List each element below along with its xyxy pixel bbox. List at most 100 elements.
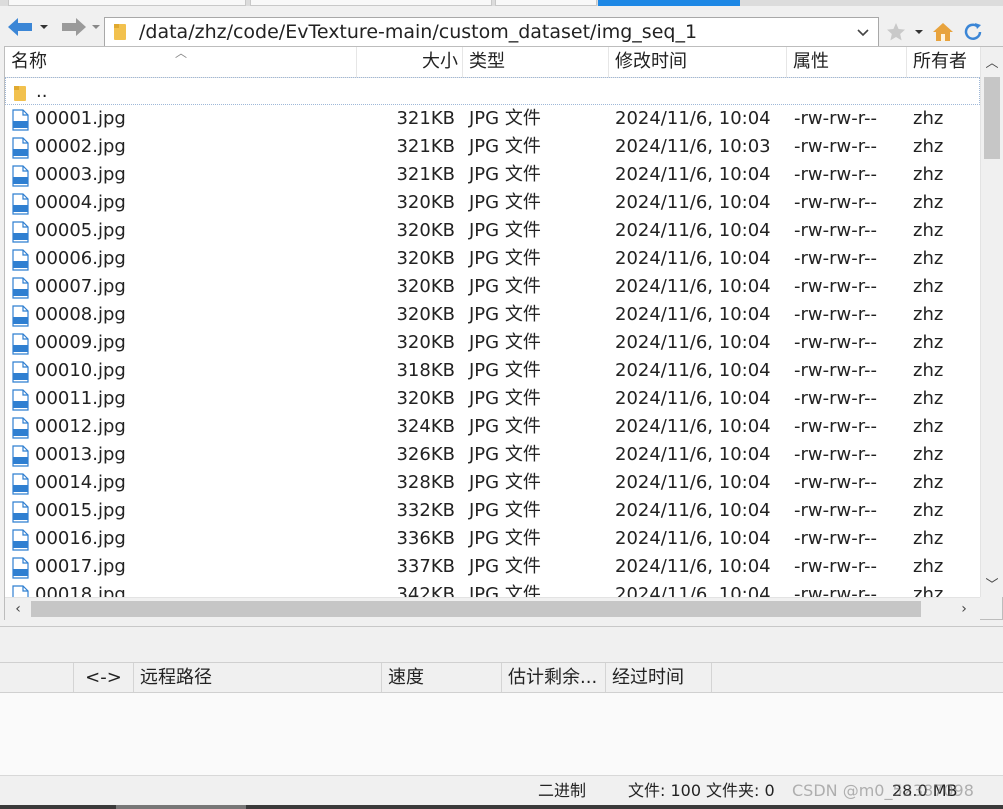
path-dropdown-button[interactable] (852, 21, 874, 43)
column-owner[interactable]: 所有者 (907, 47, 980, 77)
column-modified[interactable]: 修改时间 (609, 47, 787, 77)
file-type: JPG 文件 (469, 500, 541, 521)
queue-column-remaining[interactable]: 估计剩余... (502, 663, 606, 692)
file-owner: zhz (913, 584, 944, 597)
scroll-right-button[interactable]: › (953, 598, 975, 620)
file-modified: 2024/11/6, 10:04 (615, 164, 771, 185)
jpg-file-icon (12, 585, 29, 597)
chevron-right-icon: › (961, 601, 967, 617)
file-type: JPG 文件 (469, 220, 541, 241)
file-owner: zhz (913, 192, 944, 213)
file-name: 00003.jpg (35, 164, 126, 185)
vertical-scroll-thumb[interactable] (984, 77, 1000, 159)
file-row[interactable]: 00003.jpg 321KB JPG 文件 2024/11/6, 10:04 -rw-… (5, 161, 980, 189)
file-row[interactable]: 00011.jpg 320KB JPG 文件 2024/11/6, 10:04 -rw-… (5, 385, 980, 413)
column-attributes[interactable]: 属性 (787, 47, 907, 77)
scroll-left-button[interactable]: ‹ (7, 598, 29, 620)
column-type[interactable]: 类型 (463, 47, 609, 77)
file-size: 342KB (396, 584, 455, 597)
file-size: 321KB (396, 164, 455, 185)
refresh-icon[interactable] (961, 21, 985, 43)
file-name: 00005.jpg (35, 220, 126, 241)
file-row[interactable]: 00001.jpg 321KB JPG 文件 2024/11/6, 10:04 -rw-… (5, 105, 980, 133)
queue-column-blank[interactable] (0, 663, 74, 692)
file-row[interactable]: 00002.jpg 321KB JPG 文件 2024/11/6, 10:03 -rw-… (5, 133, 980, 161)
file-owner: zhz (913, 276, 944, 297)
chevron-down-icon[interactable] (913, 26, 925, 38)
file-size: 328KB (396, 472, 455, 493)
jpg-file-icon (12, 557, 29, 579)
right-tools (885, 17, 985, 47)
file-row[interactable]: 00012.jpg 324KB JPG 文件 2024/11/6, 10:04 -rw-… (5, 413, 980, 441)
file-modified: 2024/11/6, 10:04 (615, 444, 771, 465)
file-attributes: -rw-rw-r-- (794, 528, 877, 549)
file-row[interactable]: 00015.jpg 332KB JPG 文件 2024/11/6, 10:04 -rw-… (5, 497, 980, 525)
jpg-file-icon (12, 529, 29, 551)
file-modified: 2024/11/6, 10:04 (615, 584, 771, 597)
chevron-down-icon[interactable] (38, 21, 50, 33)
file-modified: 2024/11/6, 10:04 (615, 276, 771, 297)
file-row[interactable]: 00018.jpg 342KB JPG 文件 2024/11/6, 10:04 -rw-… (5, 581, 980, 597)
file-row[interactable]: 00013.jpg 326KB JPG 文件 2024/11/6, 10:04 -rw-… (5, 441, 980, 469)
file-modified: 2024/11/6, 10:04 (615, 220, 771, 241)
chevron-down-icon[interactable] (90, 21, 102, 33)
file-modified: 2024/11/6, 10:04 (615, 192, 771, 213)
queue-column-direction[interactable]: <-> (74, 663, 134, 692)
transfer-queue-list (0, 693, 1003, 775)
queue-column-remote-path[interactable]: 远程路径 (134, 663, 382, 692)
file-attributes: -rw-rw-r-- (794, 248, 877, 269)
scrollbar-corner (980, 597, 1002, 619)
file-owner: zhz (913, 472, 944, 493)
arrow-left-icon (8, 18, 32, 36)
horizontal-scrollbar[interactable]: ‹ › (5, 597, 980, 620)
star-icon[interactable] (885, 21, 907, 43)
path-bar[interactable] (104, 17, 879, 47)
parent-directory-row[interactable]: .. (5, 77, 980, 105)
file-type: JPG 文件 (469, 556, 541, 577)
file-attributes: -rw-rw-r-- (794, 136, 877, 157)
transfer-mode: 二进制 (538, 781, 587, 800)
file-row[interactable]: 00007.jpg 320KB JPG 文件 2024/11/6, 10:04 -rw-… (5, 273, 980, 301)
jpg-file-icon (12, 109, 29, 131)
queue-column-elapsed[interactable]: 经过时间 (606, 663, 712, 692)
file-row[interactable]: 00014.jpg 328KB JPG 文件 2024/11/6, 10:04 -rw-… (5, 469, 980, 497)
scroll-up-button[interactable]: ︿ (981, 51, 1003, 71)
home-icon[interactable] (931, 21, 955, 43)
file-owner: zhz (913, 556, 944, 577)
file-size: 320KB (396, 192, 455, 213)
path-input[interactable] (139, 21, 839, 43)
file-attributes: -rw-rw-r-- (794, 584, 877, 597)
file-name: 00009.jpg (35, 332, 126, 353)
file-modified: 2024/11/6, 10:04 (615, 332, 771, 353)
file-row[interactable]: 00016.jpg 336KB JPG 文件 2024/11/6, 10:04 -rw-… (5, 525, 980, 553)
file-row[interactable]: 00010.jpg 318KB JPG 文件 2024/11/6, 10:04 -rw-… (5, 357, 980, 385)
back-button[interactable] (6, 12, 50, 42)
file-attributes: -rw-rw-r-- (794, 388, 877, 409)
queue-column-speed[interactable]: 速度 (382, 663, 502, 692)
file-row[interactable]: 00005.jpg 320KB JPG 文件 2024/11/6, 10:04 -rw-… (5, 217, 980, 245)
file-type: JPG 文件 (469, 472, 541, 493)
transfer-queue-header: <-> 远程路径 速度 估计剩余... 经过时间 (0, 662, 1003, 693)
forward-button[interactable] (58, 12, 102, 42)
folder-icon (114, 24, 126, 40)
vertical-scrollbar[interactable]: ︿ ﹀ (980, 47, 1003, 597)
file-name: 00013.jpg (35, 444, 126, 465)
file-name: 00007.jpg (35, 276, 126, 297)
file-row[interactable]: 00006.jpg 320KB JPG 文件 2024/11/6, 10:04 -rw-… (5, 245, 980, 273)
file-name: 00017.jpg (35, 556, 126, 577)
file-attributes: -rw-rw-r-- (794, 108, 877, 129)
file-size: 324KB (396, 416, 455, 437)
file-name: 00001.jpg (35, 108, 126, 129)
file-modified: 2024/11/6, 10:04 (615, 528, 771, 549)
column-size[interactable]: 大小 (357, 47, 463, 77)
file-row[interactable]: 00009.jpg 320KB JPG 文件 2024/11/6, 10:04 -rw-… (5, 329, 980, 357)
file-row[interactable]: 00004.jpg 320KB JPG 文件 2024/11/6, 10:04 -rw-… (5, 189, 980, 217)
file-owner: zhz (913, 304, 944, 325)
pane-divider[interactable] (0, 626, 1003, 627)
file-modified: 2024/11/6, 10:04 (615, 416, 771, 437)
horizontal-scroll-thumb[interactable] (31, 601, 921, 617)
file-row[interactable]: 00017.jpg 337KB JPG 文件 2024/11/6, 10:04 -rw-… (5, 553, 980, 581)
file-row[interactable]: 00008.jpg 320KB JPG 文件 2024/11/6, 10:04 -rw-… (5, 301, 980, 329)
scroll-down-button[interactable]: ﹀ (981, 573, 1003, 593)
jpg-file-icon (12, 445, 29, 467)
